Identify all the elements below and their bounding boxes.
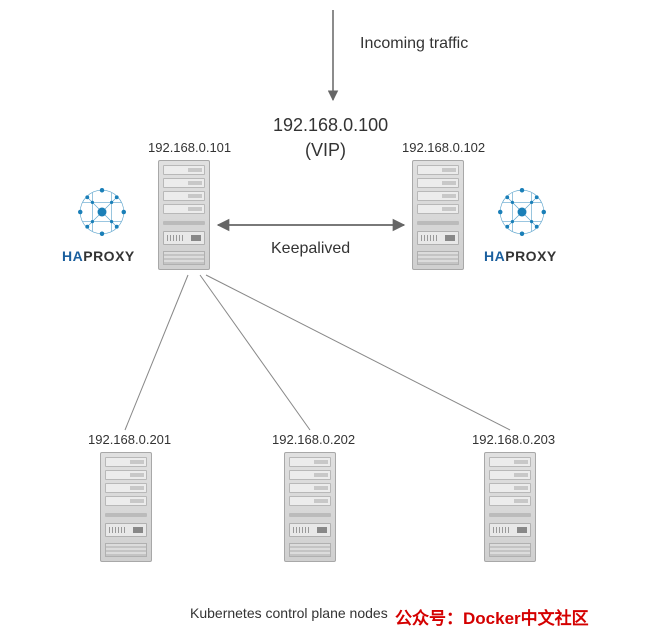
lb-server-right <box>412 160 464 270</box>
haproxy-ha-text: HA <box>484 248 505 264</box>
haproxy-ha-text: HA <box>62 248 83 264</box>
watermark-text: 公众号：Docker中文社区 <box>395 604 589 629</box>
keepalived-label: Keepalived <box>271 240 350 258</box>
lb-right-ip-label: 192.168.0.102 <box>402 140 485 155</box>
haproxy-sphere-icon <box>70 180 134 244</box>
vip-ip-label: 192.168.0.100 <box>273 115 388 136</box>
node3-ip-label: 192.168.0.203 <box>472 432 555 447</box>
diagram-caption: Kubernetes control plane nodes <box>190 605 388 621</box>
haproxy-label-right: HAPROXY <box>484 248 557 264</box>
k8s-node-3 <box>484 452 536 562</box>
k8s-node-1 <box>100 452 152 562</box>
k8s-node-2 <box>284 452 336 562</box>
lb-server-left <box>158 160 210 270</box>
incoming-traffic-label: Incoming traffic <box>360 35 468 53</box>
vip-suffix-label: (VIP) <box>305 140 346 161</box>
haproxy-proxy-text: PROXY <box>505 248 557 264</box>
haproxy-proxy-text: PROXY <box>83 248 135 264</box>
node1-ip-label: 192.168.0.201 <box>88 432 171 447</box>
node2-ip-label: 192.168.0.202 <box>272 432 355 447</box>
lb-left-ip-label: 192.168.0.101 <box>148 140 231 155</box>
haproxy-sphere-icon <box>490 180 554 244</box>
haproxy-label-left: HAPROXY <box>62 248 135 264</box>
